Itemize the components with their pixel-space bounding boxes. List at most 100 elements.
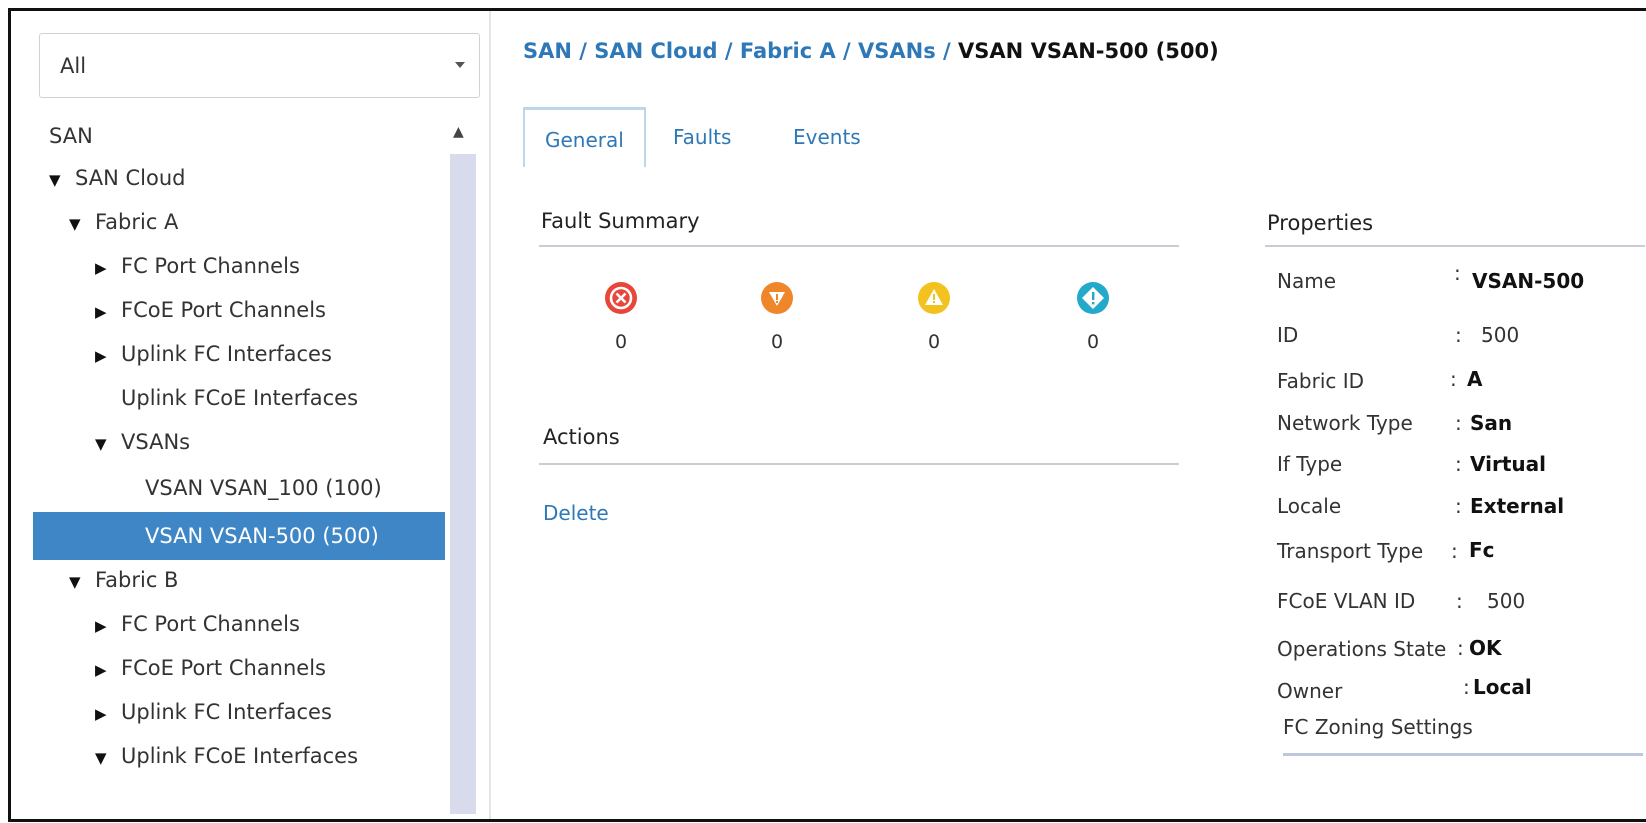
breadcrumb-link-san-cloud[interactable]: SAN Cloud — [594, 39, 717, 63]
property-value-fabric-id: A — [1467, 367, 1483, 391]
tree-item-uplink-fcoe-interfaces-a[interactable]: Uplink FCoE Interfaces — [121, 378, 358, 418]
tree-item-vsans[interactable]: ▼ VSANs — [95, 422, 190, 462]
property-label-fcoe-vlan-id: FCoE VLAN ID — [1277, 589, 1416, 613]
breadcrumb-link-san[interactable]: SAN — [523, 39, 572, 63]
property-value-id: 500 — [1481, 323, 1520, 347]
panel-divider[interactable] — [489, 11, 491, 819]
property-colon: : — [1455, 323, 1462, 347]
tree-item-label: Uplink FCoE Interfaces — [121, 744, 359, 768]
tree-item-uplink-fc-interfaces-a[interactable]: ▶ Uplink FC Interfaces — [95, 334, 332, 374]
property-value-name: VSAN-500 — [1472, 269, 1585, 293]
tree-item-label: FCoE Port Channels — [121, 298, 326, 322]
minor-fault[interactable]: 0 — [914, 281, 954, 353]
property-colon: : — [1456, 589, 1463, 613]
collapse-triangle-icon[interactable]: ▶ — [95, 606, 121, 646]
fault-summary-divider — [539, 245, 1179, 247]
property-label-network-type: Network Type — [1277, 411, 1413, 435]
filter-value: All — [60, 54, 87, 78]
property-label-locale: Locale — [1277, 494, 1342, 518]
fault-summary-title: Fault Summary — [541, 209, 700, 233]
breadcrumb-current: VSAN VSAN-500 (500) — [958, 39, 1219, 63]
chevron-down-icon[interactable] — [455, 62, 465, 68]
property-label-id: ID — [1277, 323, 1299, 347]
fc-zoning-settings-title: FC Zoning Settings — [1283, 715, 1473, 739]
property-colon: : — [1463, 675, 1470, 699]
tree-item-label: Fabric A — [95, 210, 179, 234]
breadcrumb-separator: / — [835, 39, 859, 63]
tree-item-san[interactable]: SAN — [49, 116, 93, 156]
major-fault[interactable]: 0 — [757, 281, 797, 353]
tree-item-label: VSAN VSAN_100 (100) — [145, 476, 382, 500]
property-value-owner: Local — [1473, 675, 1532, 699]
expand-triangle-icon[interactable]: ▼ — [69, 204, 95, 244]
warning-fault[interactable]: 0 — [1073, 281, 1113, 353]
tree-item-uplink-fcoe-interfaces-b[interactable]: ▼ Uplink FCoE Interfaces — [95, 736, 358, 776]
tree-item-label: FC Port Channels — [121, 612, 300, 636]
property-value-network-type: San — [1470, 411, 1513, 435]
tree-item-vsan-100[interactable]: VSAN VSAN_100 (100) — [145, 468, 382, 508]
tab-general[interactable]: General — [523, 107, 646, 167]
tree-item-label: Uplink FC Interfaces — [121, 342, 332, 366]
navigation-panel: All SAN ▼ SAN Cloud ▼ Fabric A ▶ FC Port Ch… — [11, 11, 489, 819]
tree-item-label: SAN Cloud — [75, 166, 186, 190]
tree-item-label: VSAN VSAN-500 (500) — [145, 524, 379, 548]
property-value-locale: External — [1470, 494, 1565, 518]
tree-item-fc-port-channels-b[interactable]: ▶ FC Port Channels — [95, 604, 300, 644]
tab-events[interactable]: Events — [793, 107, 861, 167]
properties-divider — [1265, 245, 1645, 247]
minor-fault-icon — [917, 281, 951, 315]
property-colon: : — [1450, 367, 1457, 391]
property-colon: : — [1455, 411, 1462, 435]
tree-item-label: Uplink FC Interfaces — [121, 700, 332, 724]
scroll-up-icon[interactable]: ▲ — [453, 124, 464, 140]
major-fault-count: 0 — [770, 331, 784, 353]
fc-zoning-divider — [1283, 753, 1643, 756]
tree-item-label: FC Port Channels — [121, 254, 300, 278]
property-label-transport-type: Transport Type — [1277, 539, 1424, 563]
tree-item-fcoe-port-channels-b[interactable]: ▶ FCoE Port Channels — [95, 648, 326, 688]
breadcrumb-link-fabric-a[interactable]: Fabric A — [740, 39, 836, 63]
breadcrumb-separator: / — [717, 39, 740, 63]
tree-item-fc-port-channels-a[interactable]: ▶ FC Port Channels — [95, 246, 300, 286]
property-colon: : — [1451, 539, 1458, 563]
tree-item-uplink-fc-interfaces-b[interactable]: ▶ Uplink FC Interfaces — [95, 692, 332, 732]
expand-triangle-icon[interactable]: ▼ — [95, 738, 121, 778]
breadcrumb: SAN / SAN Cloud / Fabric A / VSANs / VSA… — [523, 39, 1219, 63]
tree-item-fabric-b[interactable]: ▼ Fabric B — [69, 560, 178, 600]
collapse-triangle-icon[interactable]: ▶ — [95, 694, 121, 734]
property-value-transport-type: Fc — [1469, 538, 1495, 562]
delete-link[interactable]: Delete — [543, 501, 609, 525]
expand-triangle-icon[interactable]: ▼ — [95, 424, 121, 464]
collapse-triangle-icon[interactable]: ▶ — [95, 248, 121, 288]
tree-item-fabric-a[interactable]: ▼ Fabric A — [69, 202, 178, 242]
tree-scrollbar[interactable]: ▲ — [448, 116, 478, 816]
tree-item-fcoe-port-channels-a[interactable]: ▶ FCoE Port Channels — [95, 290, 326, 330]
critical-fault[interactable]: 0 — [601, 281, 641, 353]
property-value-operations-state: OK — [1469, 636, 1502, 660]
actions-title: Actions — [543, 425, 620, 449]
scrollbar-track[interactable] — [450, 154, 476, 814]
tab-faults[interactable]: Faults — [673, 107, 731, 167]
tree-item-san-cloud[interactable]: ▼ SAN Cloud — [49, 158, 185, 198]
property-colon: : — [1454, 261, 1461, 285]
collapse-triangle-icon[interactable]: ▶ — [95, 336, 121, 376]
tree-item-vsan-500[interactable]: VSAN VSAN-500 (500) — [33, 512, 445, 560]
expand-triangle-icon[interactable]: ▼ — [69, 562, 95, 602]
actions-divider — [539, 463, 1179, 465]
property-colon: : — [1455, 494, 1462, 518]
tree-item-label: SAN — [49, 124, 93, 148]
tree-item-label: FCoE Port Channels — [121, 656, 326, 680]
filter-dropdown[interactable]: All — [39, 33, 480, 98]
property-label-if-type: If Type — [1277, 452, 1343, 476]
warning-fault-count: 0 — [1086, 331, 1100, 353]
collapse-triangle-icon[interactable]: ▶ — [95, 650, 121, 690]
property-colon: : — [1455, 452, 1462, 476]
critical-fault-count: 0 — [614, 331, 628, 353]
critical-fault-icon — [604, 281, 638, 315]
minor-fault-count: 0 — [927, 331, 941, 353]
breadcrumb-link-vsans[interactable]: VSANs — [858, 39, 936, 63]
expand-triangle-icon[interactable]: ▼ — [49, 160, 75, 200]
tree-item-label: Fabric B — [95, 568, 179, 592]
collapse-triangle-icon[interactable]: ▶ — [95, 292, 121, 332]
property-label-owner: Owner — [1277, 679, 1343, 703]
